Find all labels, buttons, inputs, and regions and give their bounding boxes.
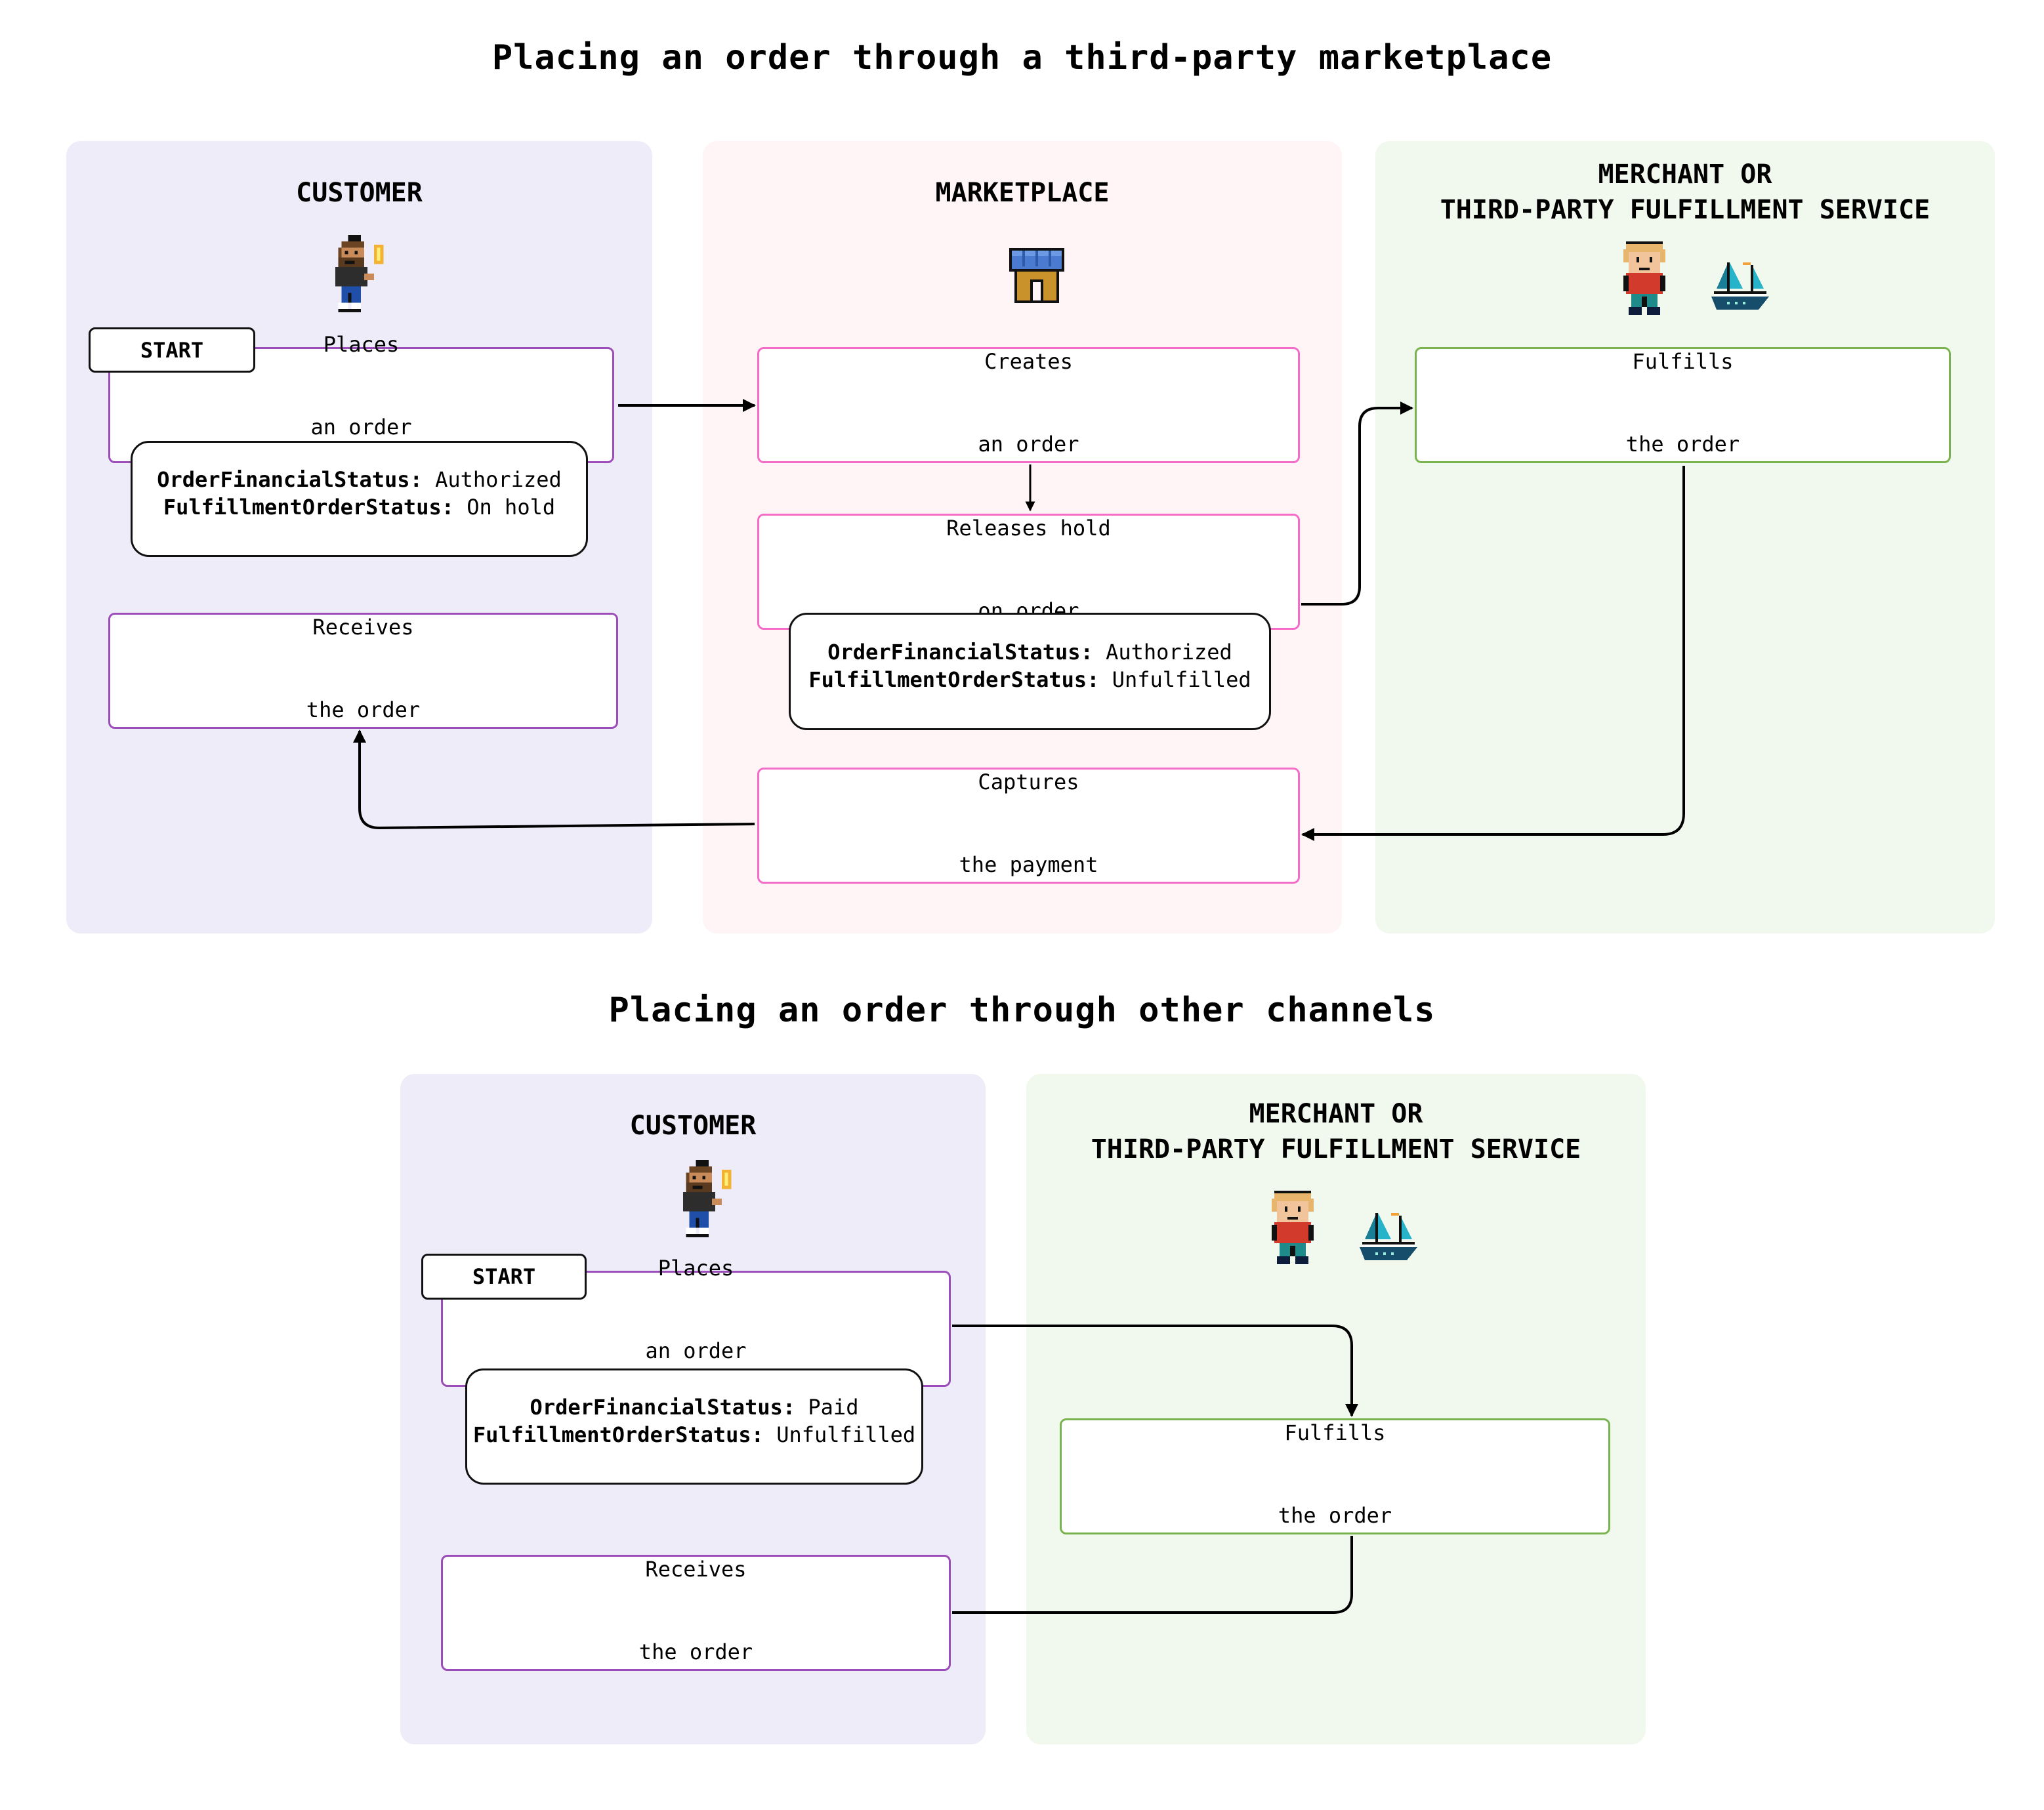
status-fulfillment-value: Unfulfilled [776,1422,916,1447]
sailboat-icon [1360,1213,1417,1260]
lane-title-merchant-2-line2: THIRD-PARTY FULFILLMENT SERVICE [1091,1134,1581,1164]
step-places-order-2-line2: an order [645,1338,747,1363]
status-card-customer-2: OrderFinancialStatus: Paid FulfillmentOr… [465,1368,923,1485]
step-places-order-line2: an order [310,414,412,440]
step-fulfills-order: Fulfills the order [1415,347,1951,463]
lane-title-merchant: MERCHANT OR THIRD-PARTY FULFILLMENT SERV… [1375,157,1995,228]
status-fulfillment-value: Unfulfilled [1112,667,1251,692]
step-receives-order-line2: the order [306,697,421,722]
step-releases-hold-line1: Releases hold [946,515,1111,541]
lane-title-merchant-line2: THIRD-PARTY FULFILLMENT SERVICE [1440,195,1930,225]
status-financial-row: OrderFinancialStatus: Paid [530,1393,859,1421]
start-badge: START [89,327,255,373]
step-fulfills-order-line1: Fulfills [1632,348,1734,374]
diagram-2-title: Placing an order through other channels [608,991,1436,1030]
status-financial-key: OrderFinancialStatus: [827,639,1093,665]
status-financial-key: OrderFinancialStatus: [157,466,423,492]
lane-title-merchant-2: MERCHANT OR THIRD-PARTY FULFILLMENT SERV… [1026,1096,1646,1167]
lane-title-merchant-line1: MERCHANT OR [1598,159,1772,190]
lane-title-marketplace: MARKETPLACE [935,178,1110,208]
step-fulfills-order-line2: the order [1625,431,1740,457]
status-financial-value: Authorized [1106,639,1232,665]
step-receives-order-2-line2: the order [638,1639,753,1664]
step-creates-order-line2: an order [978,431,1079,457]
status-fulfillment-row: FulfillmentOrderStatus: Unfulfilled [473,1421,915,1449]
lane-title-customer: CUSTOMER [296,178,423,208]
step-places-order-line1: Places [323,331,400,357]
status-fulfillment-row: FulfillmentOrderStatus: On hold [163,493,555,521]
lane-merchant: MERCHANT OR THIRD-PARTY FULFILLMENT SERV… [1375,141,1995,934]
step-receives-order-2-line1: Receives [645,1556,747,1582]
step-captures-payment-line1: Captures [978,769,1079,794]
status-fulfillment-key: FulfillmentOrderStatus: [163,494,454,520]
status-financial-row: OrderFinancialStatus: Authorized [157,466,562,493]
step-fulfills-order-2-line1: Fulfills [1284,1420,1386,1445]
status-fulfillment-key: FulfillmentOrderStatus: [808,667,1100,692]
status-financial-value: Authorized [435,466,562,492]
status-fulfillment-value: On hold [467,494,556,520]
start-badge-2: START [421,1254,587,1300]
status-card-customer: OrderFinancialStatus: Authorized Fulfill… [131,441,588,557]
step-receives-order-2: Receives the order [441,1555,951,1671]
step-places-order-2-line1: Places [657,1255,734,1281]
lane-title-customer-2: CUSTOMER [629,1111,757,1141]
status-financial-value: Paid [808,1394,859,1420]
status-fulfillment-row: FulfillmentOrderStatus: Unfulfilled [808,666,1251,693]
step-captures-payment-line2: the payment [959,852,1098,877]
status-fulfillment-key: FulfillmentOrderStatus: [472,1422,764,1447]
status-financial-row: OrderFinancialStatus: Authorized [827,638,1232,666]
step-captures-payment: Captures the payment [757,768,1300,884]
lane-title-merchant-2-line1: MERCHANT OR [1249,1099,1423,1129]
step-creates-order: Creates an order [757,347,1300,463]
step-receives-order: Receives the order [108,613,618,729]
merchant-avatar-icon [1272,1191,1314,1264]
status-financial-key: OrderFinancialStatus: [530,1394,796,1420]
step-fulfills-order-2-line2: the order [1278,1502,1392,1528]
diagram-1-title: Placing an order through a third-party m… [491,38,1553,77]
step-fulfills-order-2: Fulfills the order [1060,1418,1610,1534]
step-receives-order-line1: Receives [312,614,414,640]
step-creates-order-line1: Creates [984,348,1073,374]
